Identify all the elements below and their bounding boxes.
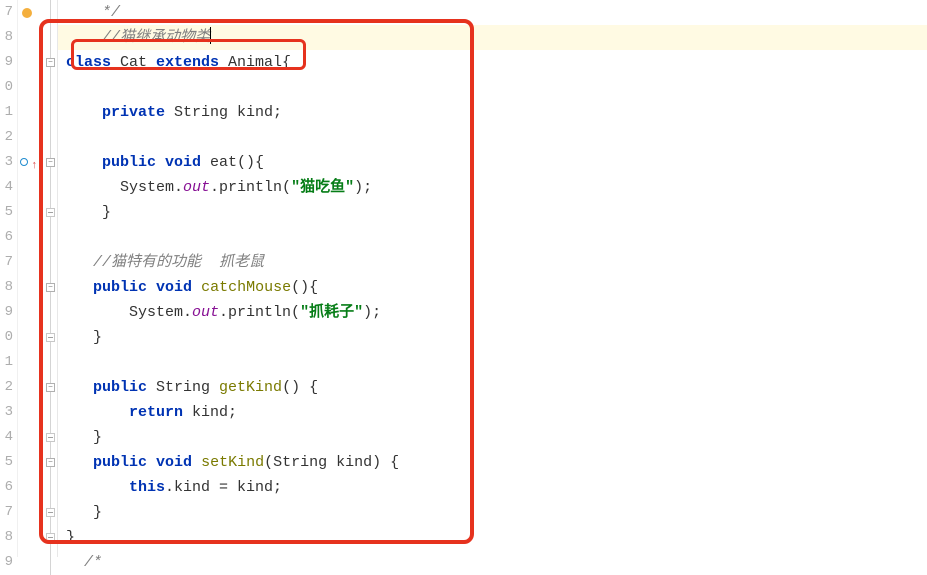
- line-number[interactable]: 1: [0, 100, 13, 125]
- code-line[interactable]: public void eat(){: [66, 150, 927, 175]
- line-number[interactable]: 8: [0, 525, 13, 550]
- line-number[interactable]: 7: [0, 250, 13, 275]
- code-line[interactable]: }: [66, 425, 927, 450]
- line-number[interactable]: 8: [0, 275, 13, 300]
- code-line[interactable]: public void catchMouse(){: [66, 275, 927, 300]
- line-number[interactable]: 9: [0, 50, 13, 75]
- code-line[interactable]: public void setKind(String kind) {: [66, 450, 927, 475]
- fold-toggle-icon[interactable]: −: [46, 283, 55, 292]
- fold-end-icon[interactable]: [46, 333, 55, 342]
- code-line[interactable]: [66, 225, 927, 250]
- code-line[interactable]: [66, 75, 927, 100]
- fold-end-icon[interactable]: [46, 533, 55, 542]
- text-cursor: [210, 27, 211, 44]
- code-line[interactable]: class Cat extends Animal{: [66, 50, 927, 75]
- code-line[interactable]: */: [66, 0, 927, 25]
- line-number[interactable]: 1: [0, 350, 13, 375]
- code-line[interactable]: [66, 350, 927, 375]
- line-number[interactable]: 5: [0, 200, 13, 225]
- code-editor[interactable]: 7 8 9 0 1 2 3 4 5 6 7 8 9 0 1 2 3 4 5 6 …: [0, 0, 927, 557]
- line-number[interactable]: 6: [0, 475, 13, 500]
- code-line[interactable]: /*: [66, 550, 927, 575]
- marker-gutter[interactable]: ↑: [18, 0, 44, 557]
- line-number[interactable]: 9: [0, 550, 13, 575]
- fold-end-icon[interactable]: [46, 433, 55, 442]
- warning-icon[interactable]: [22, 8, 32, 18]
- fold-toggle-icon[interactable]: −: [46, 58, 55, 67]
- line-number[interactable]: 3: [0, 400, 13, 425]
- line-number[interactable]: 4: [0, 425, 13, 450]
- line-number[interactable]: 2: [0, 125, 13, 150]
- line-number[interactable]: 0: [0, 325, 13, 350]
- line-number[interactable]: 2: [0, 375, 13, 400]
- code-line[interactable]: public String getKind() {: [66, 375, 927, 400]
- line-number[interactable]: 3: [0, 150, 13, 175]
- line-number[interactable]: 5: [0, 450, 13, 475]
- code-line[interactable]: }: [66, 500, 927, 525]
- code-line[interactable]: System.out.println("猫吃鱼");: [66, 175, 927, 200]
- line-number[interactable]: 8: [0, 25, 13, 50]
- fold-gutter[interactable]: − − − − −: [44, 0, 58, 557]
- code-line-current[interactable]: //猫继承动物类: [58, 25, 927, 50]
- override-marker-icon[interactable]: [20, 158, 28, 166]
- fold-toggle-icon[interactable]: −: [46, 383, 55, 392]
- line-number-gutter[interactable]: 7 8 9 0 1 2 3 4 5 6 7 8 9 0 1 2 3 4 5 6 …: [0, 0, 18, 557]
- code-content[interactable]: */ //猫继承动物类 class Cat extends Animal{ pr…: [58, 0, 927, 557]
- code-line[interactable]: }: [66, 200, 927, 225]
- fold-toggle-icon[interactable]: −: [46, 458, 55, 467]
- code-line[interactable]: return kind;: [66, 400, 927, 425]
- line-number[interactable]: 4: [0, 175, 13, 200]
- code-line[interactable]: }: [66, 325, 927, 350]
- fold-end-icon[interactable]: [46, 208, 55, 217]
- code-line[interactable]: private String kind;: [66, 100, 927, 125]
- code-line[interactable]: [66, 125, 927, 150]
- code-line[interactable]: }: [66, 525, 927, 550]
- line-number[interactable]: 6: [0, 225, 13, 250]
- code-line[interactable]: this.kind = kind;: [66, 475, 927, 500]
- line-number[interactable]: 7: [0, 500, 13, 525]
- line-number[interactable]: 7: [0, 0, 13, 25]
- gutter: 7 8 9 0 1 2 3 4 5 6 7 8 9 0 1 2 3 4 5 6 …: [0, 0, 58, 557]
- line-number[interactable]: 9: [0, 300, 13, 325]
- fold-end-icon[interactable]: [46, 508, 55, 517]
- code-line[interactable]: System.out.println("抓耗子");: [66, 300, 927, 325]
- code-line[interactable]: //猫特有的功能 抓老鼠: [66, 250, 927, 275]
- line-number[interactable]: 0: [0, 75, 13, 100]
- fold-toggle-icon[interactable]: −: [46, 158, 55, 167]
